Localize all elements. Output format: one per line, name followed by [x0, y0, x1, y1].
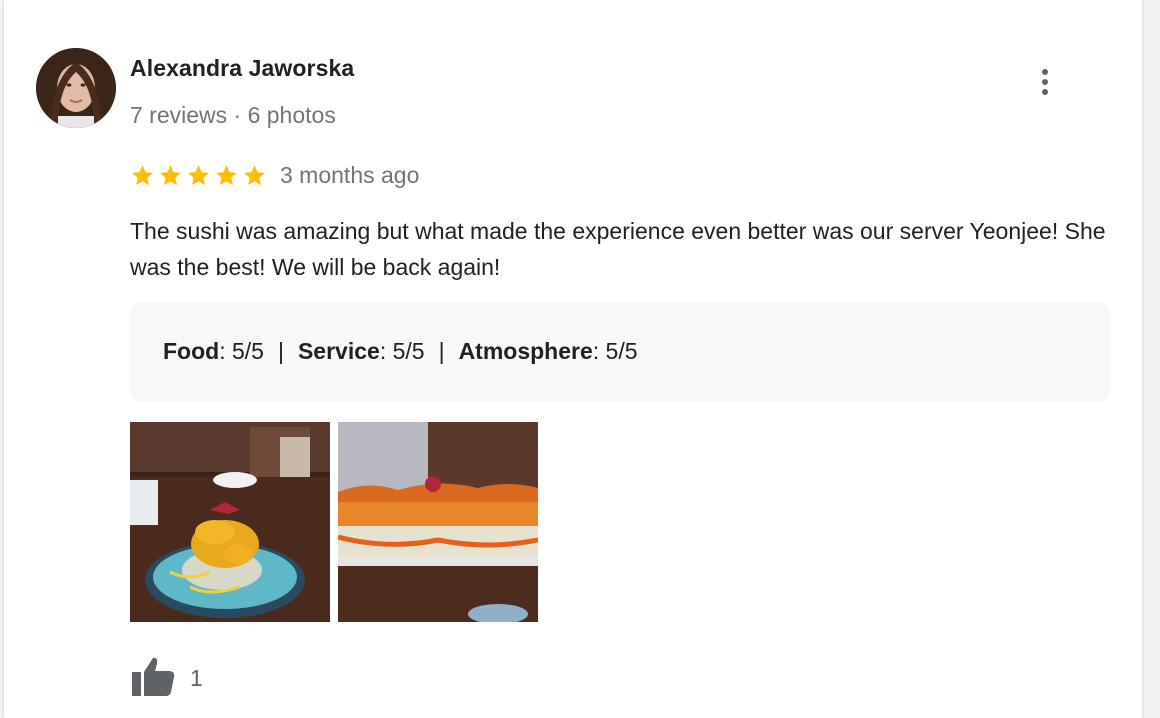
aspect-value-atmosphere: : 5/5: [592, 338, 638, 364]
aspect-ratings: Food: 5/5 | Service: 5/5 | Atmosphere: 5/5: [130, 302, 1110, 402]
aspect-label-atmosphere: Atmosphere: [458, 338, 593, 364]
author-meta[interactable]: 7 reviews · 6 photos: [130, 102, 336, 129]
menu-dot: [1042, 79, 1048, 85]
star-icon: [244, 164, 265, 185]
avatar[interactable]: [36, 48, 116, 128]
review-card: Alexandra Jaworska 7 reviews · 6 photos …: [4, 0, 1142, 718]
aspect-ratings-line: Food: 5/5 | Service: 5/5 | Atmosphere: 5/5: [163, 338, 638, 365]
author-name[interactable]: Alexandra Jaworska: [130, 55, 354, 82]
more-vert-icon[interactable]: [1030, 62, 1060, 102]
aspect-label-service: Service: [297, 338, 380, 364]
aspect-separator: |: [438, 338, 445, 364]
star-rating: [130, 163, 267, 188]
star-icon: [132, 164, 153, 185]
menu-dot: [1042, 69, 1048, 75]
aspect-value-food: : 5/5: [219, 338, 264, 364]
like-count: 1: [190, 664, 203, 691]
thumb-up-icon[interactable]: [130, 654, 178, 702]
star-icon: [160, 164, 181, 185]
aspect-separator: |: [277, 338, 284, 364]
rating-row: 3 months ago: [130, 158, 419, 192]
like-row: 1: [130, 654, 203, 702]
aspect-value-service: : 5/5: [379, 338, 425, 364]
menu-dot: [1042, 89, 1048, 95]
review-photo[interactable]: [130, 422, 330, 622]
star-icon: [216, 164, 237, 185]
review-text: The sushi was amazing but what made the …: [130, 218, 1106, 280]
review-photo[interactable]: [338, 422, 538, 622]
review-date: 3 months ago: [280, 161, 420, 188]
star-icon: [188, 164, 209, 185]
aspect-label-food: Food: [163, 338, 220, 364]
